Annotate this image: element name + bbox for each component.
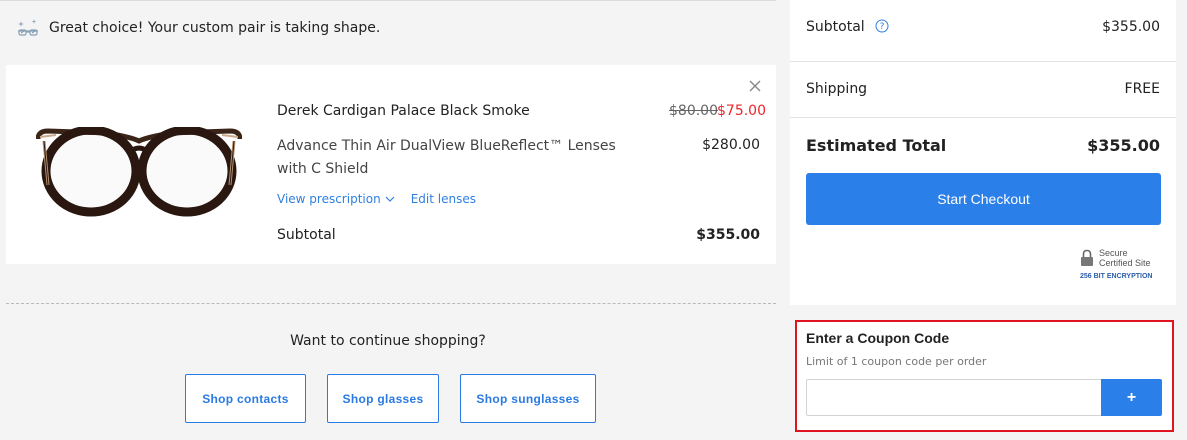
product-image[interactable] bbox=[36, 127, 242, 219]
banner-message: Great choice! Your custom pair is taking… bbox=[49, 20, 381, 36]
view-prescription-link[interactable]: View prescription bbox=[277, 192, 395, 206]
estimated-total-value: $355.00 bbox=[1087, 135, 1160, 155]
svg-text:?: ? bbox=[880, 22, 885, 32]
summary-subtotal-label: Subtotal bbox=[806, 19, 865, 35]
apply-coupon-button[interactable]: + bbox=[1101, 379, 1162, 416]
order-summary: Subtotal ? $355.00 Shipping FREE Estimat… bbox=[790, 0, 1176, 305]
item-actions: View prescription Edit lenses bbox=[277, 192, 476, 206]
chevron-down-icon bbox=[385, 196, 395, 202]
lens-name: Advance Thin Air DualView BlueReflect™ L… bbox=[277, 138, 616, 177]
edit-lenses-link[interactable]: Edit lenses bbox=[411, 192, 476, 206]
lock-icon bbox=[1081, 249, 1093, 266]
summary-subtotal-label-wrap: Subtotal ? bbox=[806, 19, 889, 35]
secure-line-1: Secure bbox=[1099, 248, 1128, 258]
estimated-total-row: Estimated Total $355.00 bbox=[806, 133, 1160, 157]
sale-price: $75.00 bbox=[717, 103, 766, 119]
product-name[interactable]: Derek Cardigan Palace Black Smoke bbox=[277, 103, 530, 119]
estimated-total-label: Estimated Total bbox=[806, 135, 947, 155]
summary-subtotal-value: $355.00 bbox=[1102, 19, 1160, 35]
coupon-title: Enter a Coupon Code bbox=[806, 330, 950, 346]
shipping-label: Shipping bbox=[806, 81, 868, 97]
shop-glasses-button[interactable]: Shop glasses bbox=[327, 374, 439, 423]
original-price: $80.00 bbox=[669, 103, 718, 119]
view-prescription-label: View prescription bbox=[277, 192, 381, 206]
cart-items-section: Great choice! Your custom pair is taking… bbox=[0, 0, 776, 440]
top-divider bbox=[0, 0, 776, 1]
lens-price: $280.00 bbox=[702, 137, 760, 153]
coupon-section: Enter a Coupon Code Limit of 1 coupon co… bbox=[795, 320, 1174, 432]
secure-line-2: Certified Site bbox=[1099, 258, 1151, 268]
section-divider bbox=[6, 303, 776, 304]
summary-subtotal-row: Subtotal ? $355.00 bbox=[806, 16, 1160, 38]
secure-line-3: 256 BIT ENCRYPTION bbox=[1080, 273, 1153, 280]
secure-badge-text: Secure Certified Site bbox=[1099, 248, 1151, 268]
coupon-subtitle: Limit of 1 coupon code per order bbox=[806, 355, 987, 368]
shop-contacts-button[interactable]: Shop contacts bbox=[185, 374, 306, 423]
start-checkout-button[interactable]: Start Checkout bbox=[806, 173, 1161, 225]
secure-site-badge[interactable]: Secure Certified Site 256 BIT ENCRYPTION bbox=[1080, 247, 1162, 283]
info-icon[interactable]: ? bbox=[875, 19, 889, 33]
coupon-code-input[interactable] bbox=[806, 379, 1102, 416]
item-subtotal-value: $355.00 bbox=[696, 227, 760, 243]
summary-divider bbox=[790, 61, 1176, 62]
glasses-sparkle-icon bbox=[18, 19, 38, 36]
remove-item-icon[interactable] bbox=[746, 77, 764, 95]
confirmation-banner: Great choice! Your custom pair is taking… bbox=[16, 16, 380, 40]
item-subtotal-label: Subtotal bbox=[277, 227, 336, 243]
cart-item-card: Derek Cardigan Palace Black Smoke $80.00… bbox=[6, 65, 776, 264]
summary-divider bbox=[790, 117, 1176, 118]
shop-sunglasses-button[interactable]: Shop sunglasses bbox=[460, 374, 596, 423]
shipping-row: Shipping FREE bbox=[806, 78, 1160, 100]
continue-shopping-prompt: Want to continue shopping? bbox=[290, 333, 486, 349]
shipping-value: FREE bbox=[1124, 81, 1160, 97]
